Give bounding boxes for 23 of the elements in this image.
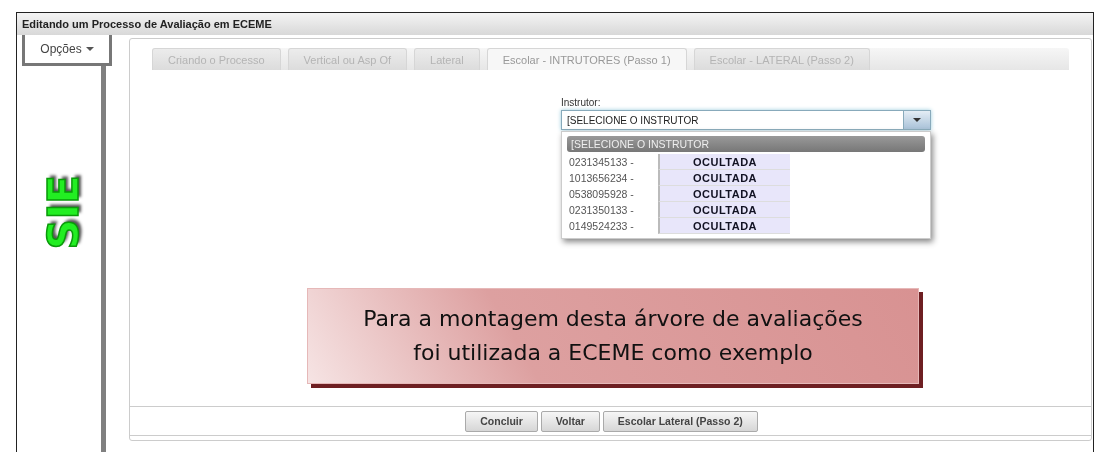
hidden-name-label: OCULTADA bbox=[658, 154, 790, 170]
callout-text: foi utilizada a ECEME como exemplo bbox=[413, 339, 813, 367]
dropdown-option[interactable]: 0538095928 - bbox=[567, 188, 658, 200]
field-label: Instrutor: bbox=[561, 97, 602, 108]
callout-text: Para a montagem desta árvore de avaliações bbox=[363, 305, 863, 333]
hidden-name-label: OCULTADA bbox=[658, 202, 790, 218]
action-button[interactable]: Escolar Lateral (Passo 2) bbox=[602, 410, 758, 432]
caret-icon bbox=[85, 47, 94, 51]
hidden-name-label: OCULTADA bbox=[658, 186, 790, 202]
instructor-select[interactable]: [SELECIONE O INSTRUTOR bbox=[561, 110, 931, 130]
hidden-name-label: OCULTADA bbox=[658, 170, 790, 186]
action-button[interactable]: Voltar bbox=[540, 410, 600, 432]
dropdown-option[interactable]: 1013656234 - bbox=[567, 172, 658, 184]
action-button[interactable]: Concluir bbox=[465, 410, 538, 432]
dropdown-option[interactable]: 0231345133 - bbox=[567, 156, 658, 168]
dropdown-option[interactable]: 0231350133 - bbox=[567, 204, 658, 216]
dropdown-option[interactable]: 0149524233 - bbox=[567, 220, 658, 232]
dropdown-button[interactable] bbox=[903, 111, 930, 129]
logo: SIE bbox=[43, 175, 85, 250]
options-menu-button[interactable]: Opções bbox=[22, 35, 112, 66]
caret-icon bbox=[913, 118, 921, 122]
window-title: Editando um Processo de Avaliação em ECEME bbox=[22, 18, 272, 30]
hidden-name-label: OCULTADA bbox=[658, 218, 790, 234]
